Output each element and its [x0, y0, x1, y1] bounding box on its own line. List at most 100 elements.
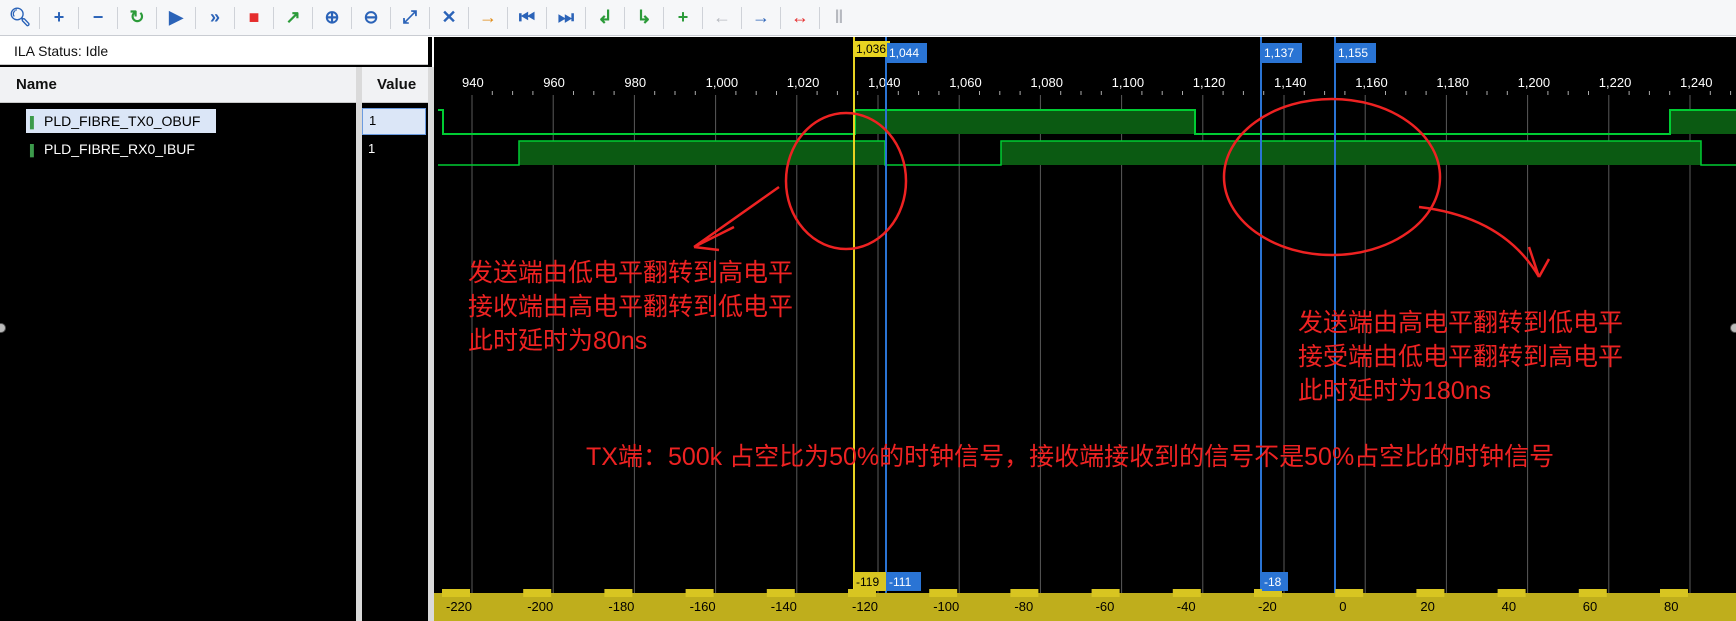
- first-icon[interactable]: ⏮︎: [511, 3, 543, 33]
- signal-row-rx[interactable]: ▐ PLD_FIBRE_RX0_IBUF: [26, 137, 216, 161]
- ruler-tick-label: -60: [1096, 599, 1115, 614]
- zoom-fit-icon[interactable]: ⤢: [394, 3, 426, 33]
- marker-label[interactable]: 1,155: [1338, 46, 1368, 60]
- time-tick-label: 1,160: [1355, 75, 1388, 90]
- next-transition-icon[interactable]: ↳: [628, 3, 660, 33]
- signal-panel: ILA Status: Idle Name Value ▐ PLD_FIBRE_T…: [0, 37, 434, 621]
- ila-status: ILA Status: Idle: [0, 37, 428, 65]
- bit-signal-icon: ▐: [26, 117, 34, 129]
- time-tick-label: 1,000: [706, 75, 739, 90]
- ruler-tick-label: -220: [446, 599, 472, 614]
- time-tick-label: 1,140: [1274, 75, 1307, 90]
- add-marker-icon[interactable]: +: [667, 3, 699, 33]
- column-splitter[interactable]: [356, 67, 362, 621]
- zoom-add-icon[interactable]: +: [43, 3, 75, 33]
- rx-high-segment: [519, 141, 885, 165]
- remove-icon[interactable]: −: [82, 3, 114, 33]
- value-column-header[interactable]: Value: [362, 67, 428, 103]
- ruler-tick-marker: [442, 589, 470, 597]
- ruler-tick-marker: [1172, 589, 1201, 597]
- rx-waveform: [438, 140, 1736, 166]
- toolbar-separator: [507, 6, 508, 29]
- toolbar-separator: [273, 6, 274, 29]
- refresh-icon[interactable]: ↻: [121, 3, 153, 33]
- toolbar-separator: [156, 6, 157, 29]
- time-tick-label: 940: [462, 75, 484, 90]
- toolbar-separator: [429, 6, 430, 29]
- toolbar-separator: [39, 6, 40, 29]
- ruler-tick-label: 80: [1664, 599, 1678, 614]
- ruler-tick-marker: [523, 589, 552, 597]
- toolbar-separator: [741, 6, 742, 29]
- time-tick-label: 980: [624, 75, 646, 90]
- toolbar-separator: [546, 6, 547, 29]
- toolbar-separator: [780, 6, 781, 29]
- toolbar-separator: [351, 6, 352, 29]
- rx-high-segment: [1001, 141, 1701, 165]
- zoom-in-icon[interactable]: ⊕: [316, 3, 348, 33]
- toolbar-separator: [195, 6, 196, 29]
- toolbar-separator: [819, 6, 820, 29]
- time-tick-label: 1,060: [949, 75, 982, 90]
- time-tick-label: 1,240: [1680, 75, 1713, 90]
- annotation-left: 发送端由低电平翻转到高电平 接收端由高电平翻转到低电平 此时延时为80ns: [468, 259, 794, 355]
- tx-high-segment: [855, 110, 1195, 134]
- delta-label: -119: [856, 575, 879, 589]
- signal-value-rx[interactable]: 1: [368, 137, 375, 161]
- prev-transition-icon[interactable]: ↲: [589, 3, 621, 33]
- marker-disabled-icon[interactable]: ‖: [823, 3, 855, 33]
- last-icon[interactable]: ⏭︎: [550, 3, 582, 33]
- ruler-tick-label: 60: [1583, 599, 1597, 614]
- time-tick-label: 1,200: [1518, 75, 1551, 90]
- ruler-tick-marker: [1578, 589, 1607, 597]
- ruler-tick-label: -80: [1014, 599, 1033, 614]
- time-tick-label: 1,180: [1436, 75, 1469, 90]
- time-tick-label: 1,100: [1112, 75, 1145, 90]
- toolbar-separator: [468, 6, 469, 29]
- annotation-bottom: TX端：500k 占空比为50%的时钟信号，接收端接收到的信号不是50%占空比的…: [586, 443, 1555, 471]
- toolbar-separator: [585, 6, 586, 29]
- zoom-out-icon[interactable]: ⊖: [355, 3, 387, 33]
- ruler-tick-marker: [1660, 589, 1688, 597]
- time-tick-label: 1,080: [1030, 75, 1063, 90]
- ruler-tick-label: -40: [1177, 599, 1196, 614]
- next-marker-icon[interactable]: →: [745, 3, 777, 33]
- ruler-tick-label: -160: [690, 599, 716, 614]
- toolbar-separator: [78, 6, 79, 29]
- ruler-tick-marker: [1335, 589, 1364, 597]
- ruler-tick-marker: [1497, 589, 1526, 597]
- ruler-tick-marker: [1010, 589, 1039, 597]
- delta-label: -111: [889, 575, 912, 589]
- run-icon[interactable]: ▶: [160, 3, 192, 33]
- search-icon[interactable]: 🔍︎: [4, 3, 36, 33]
- cursor-label[interactable]: 1,036: [856, 42, 886, 56]
- stop-icon[interactable]: ■: [238, 3, 270, 33]
- cursor-icon[interactable]: ✕: [433, 3, 465, 33]
- signal-name: PLD_FIBRE_RX0_IBUF: [44, 141, 195, 157]
- toolbar-separator: [234, 6, 235, 29]
- ruler-tick-label: -120: [852, 599, 878, 614]
- go-to-cursor-icon[interactable]: →: [472, 3, 504, 33]
- toolbar: 🔍︎ + − ↻ ▶ » ■ ↗ ⊕ ⊖ ⤢ ✕ → ⏮︎ ⏭︎ ↲ ↳ + ←…: [0, 0, 1736, 36]
- toolbar-separator: [390, 6, 391, 29]
- ruler-tick-label: -100: [933, 599, 959, 614]
- ruler-tick-marker: [766, 589, 795, 597]
- swap-cursor-icon[interactable]: ↔: [784, 3, 816, 33]
- name-column-header[interactable]: Name: [0, 67, 356, 103]
- marker-label[interactable]: 1,137: [1264, 46, 1294, 60]
- annotation-right: 发送端由高电平翻转到低电平 接受端由低电平翻转到高电平 此时延时为180ns: [1298, 309, 1624, 405]
- run-fast-icon[interactable]: »: [199, 3, 231, 33]
- right-edge-handle[interactable]: [1730, 323, 1736, 333]
- signal-row-tx[interactable]: ▐ PLD_FIBRE_TX0_OBUF: [26, 109, 216, 133]
- time-tick-label: 1,120: [1193, 75, 1226, 90]
- time-tick-label: 960: [543, 75, 565, 90]
- signal-value-tx[interactable]: 1: [362, 108, 426, 135]
- signal-name: PLD_FIBRE_TX0_OBUF: [44, 113, 201, 129]
- export-icon[interactable]: ↗: [277, 3, 309, 33]
- prev-marker-icon[interactable]: ←: [706, 3, 738, 33]
- toolbar-separator: [117, 6, 118, 29]
- toolbar-separator: [663, 6, 664, 29]
- ruler-tick-marker: [929, 589, 958, 597]
- marker-label[interactable]: 1,044: [889, 46, 919, 60]
- ruler-tick-label: 0: [1339, 599, 1346, 614]
